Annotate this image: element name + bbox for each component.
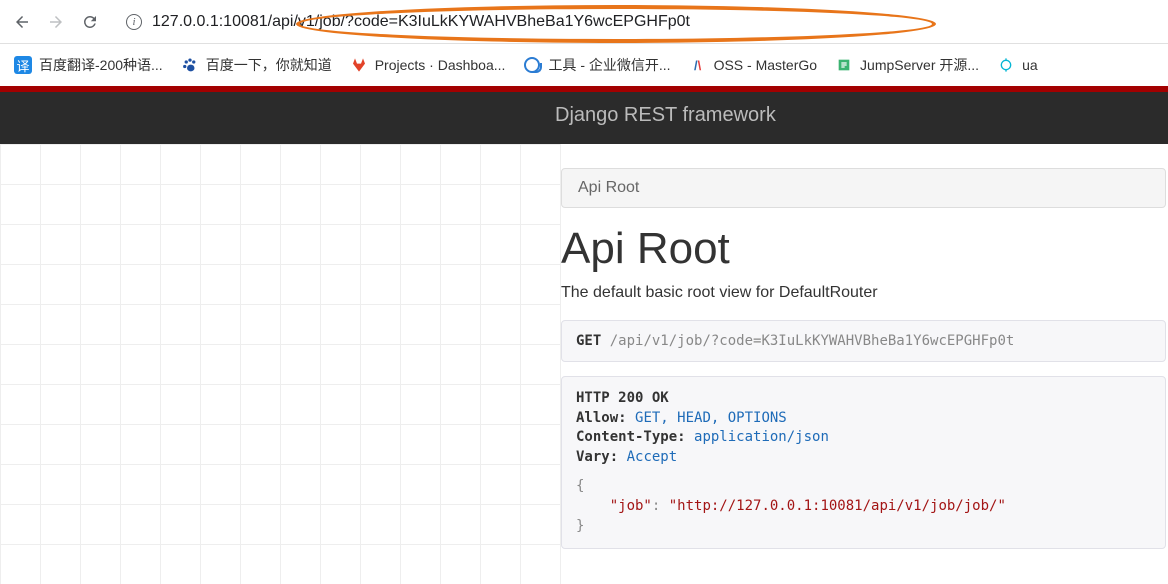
bookmark-label: 百度翻译-200种语... [39,55,163,75]
bookmark-uat[interactable]: ua [997,56,1038,74]
page-description: The default basic root view for DefaultR… [561,284,1168,302]
back-button[interactable] [10,10,34,34]
bookmark-baidu-translate[interactable]: 译 百度翻译-200种语... [14,55,163,75]
ctype-label: Content-Type: [576,429,686,445]
uat-icon [997,56,1015,74]
request-method: GET [576,333,601,349]
bookmark-mastergo[interactable]: /\ OSS - MasterGo [689,56,817,74]
mastergo-icon: /\ [689,56,707,74]
browser-nav-bar: i 127.0.0.1:10081/api/v1/job/?code=K3IuL… [0,0,1168,44]
page-body: Api Root Api Root The default basic root… [0,144,1168,584]
bookmarks-bar: 译 百度翻译-200种语... 百度一下，你就知道 Projects · Das… [0,44,1168,86]
bookmark-gitlab[interactable]: Projects · Dashboa... [350,56,506,74]
request-box: GET /api/v1/job/?code=K3IuLkKYWAHVBheBa1… [561,320,1166,362]
json-open-brace: { [576,478,584,494]
bookmark-label: 百度一下，你就知道 [206,55,332,75]
breadcrumb[interactable]: Api Root [561,168,1166,208]
gitlab-icon [350,56,368,74]
allow-label: Allow: [576,410,627,426]
bookmark-baidu[interactable]: 百度一下，你就知道 [181,55,332,75]
request-path: /api/v1/job/?code=K3IuLkKYWAHVBheBa1Y6wc… [610,333,1015,349]
page-title: Api Root [561,224,1168,274]
ctype-value: application/json [694,429,829,445]
response-box: HTTP 200 OK Allow: GET, HEAD, OPTIONS Co… [561,376,1166,549]
vary-label: Vary: [576,449,618,465]
bookmark-label: ua [1022,57,1038,73]
vary-value: Accept [627,449,678,465]
bookmark-label: OSS - MasterGo [714,57,817,73]
bookmark-label: 工具 - 企业微信开... [548,55,670,75]
translate-icon: 译 [14,56,32,74]
json-key-job: "job" [610,498,652,514]
bookmark-jumpserver[interactable]: JumpServer 开源... [835,55,979,75]
wework-icon [523,56,541,74]
site-info-icon[interactable]: i [126,14,142,30]
bookmark-label: JumpServer 开源... [860,55,979,75]
arrow-left-icon [13,13,31,31]
drf-brand-header[interactable]: Django REST framework [0,92,1168,144]
forward-button[interactable] [44,10,68,34]
page-left-grid [0,144,561,584]
reload-icon [81,13,99,31]
url-text: 127.0.0.1:10081/api/v1/job/?code=K3IuLkK… [152,13,690,31]
allow-value: GET, HEAD, OPTIONS [635,410,787,426]
json-val-job[interactable]: "http://127.0.0.1:10081/api/v1/job/job/" [669,498,1006,514]
arrow-right-icon [47,13,65,31]
reload-button[interactable] [78,10,102,34]
response-status: HTTP 200 OK [576,390,669,406]
address-bar[interactable]: i 127.0.0.1:10081/api/v1/job/?code=K3IuL… [112,13,1158,31]
json-close-brace: } [576,518,584,534]
baidu-paw-icon [181,56,199,74]
bookmark-label: Projects · Dashboa... [375,57,506,73]
bookmark-wework[interactable]: 工具 - 企业微信开... [523,55,670,75]
page-right-content: Api Root Api Root The default basic root… [561,144,1168,584]
jumpserver-icon [835,56,853,74]
